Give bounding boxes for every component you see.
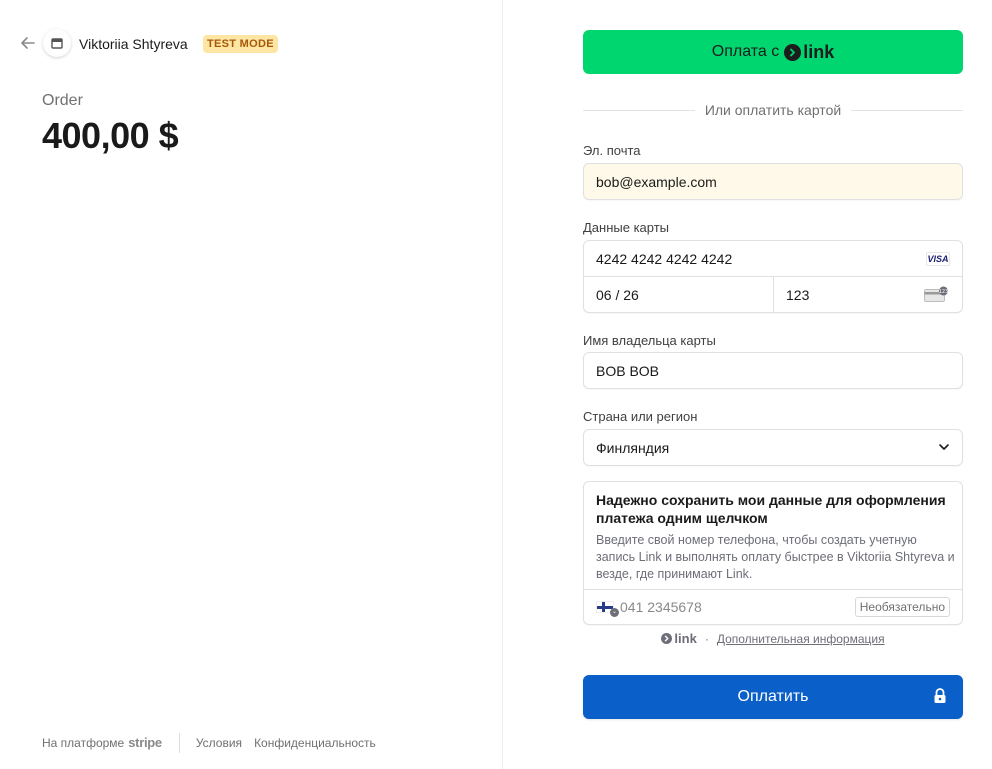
- link-small-chevron-icon: [661, 633, 673, 644]
- test-mode-badge: TEST MODE: [203, 35, 278, 53]
- phone-field[interactable]: ⌄ 041 2345678 Необязательно: [584, 589, 962, 624]
- svg-text:123: 123: [939, 289, 949, 295]
- powered-by-text: На платформе: [42, 736, 125, 750]
- email-label: Эл. почта: [583, 143, 641, 158]
- footer-divider: [178, 733, 180, 753]
- link-small-logo: link: [661, 631, 697, 646]
- email-field[interactable]: bob@example.com: [583, 163, 963, 200]
- country-value: Финляндия: [596, 439, 670, 456]
- order-summary-panel: Viktoriia Shtyreva TEST MODE Order 400,0…: [0, 0, 502, 769]
- card-details-label: Данные карты: [583, 220, 670, 235]
- country-label: Страна или регион: [583, 409, 698, 424]
- footer: На платформе stripe Условия Конфиденциал…: [42, 733, 388, 753]
- link-info-separator: ·: [704, 631, 709, 646]
- card-expiry-value: 06 / 26: [596, 287, 639, 303]
- cardholder-value: BOB BOB: [596, 362, 660, 379]
- pay-with-link-button[interactable]: Оплата с link: [583, 30, 963, 74]
- link-brand-text: link: [803, 41, 835, 62]
- pay-button-label: Оплатить: [737, 688, 809, 705]
- merchant-name: Viktoriia Shtyreva: [79, 36, 188, 52]
- card-details-group: 4242 4242 4242 4242 VISA 06 / 26 123 123: [583, 240, 963, 313]
- or-line-left: [583, 109, 695, 111]
- privacy-link[interactable]: Конфиденциальность: [254, 734, 376, 752]
- save-info-description: Введите свой номер телефона, чтобы созда…: [596, 533, 955, 581]
- or-line-right: [851, 109, 963, 111]
- store-icon: [43, 29, 71, 57]
- more-info-link[interactable]: Дополнительная информация: [717, 632, 885, 646]
- phone-placeholder: 041 2345678: [620, 599, 702, 615]
- card-number-field[interactable]: 4242 4242 4242 4242 VISA: [584, 241, 962, 277]
- visa-icon: VISA: [926, 252, 950, 266]
- link-chevron-icon: [784, 43, 802, 61]
- lock-icon: [933, 688, 947, 709]
- country-select[interactable]: Финляндия: [583, 429, 963, 466]
- chevron-down-icon: [938, 440, 950, 456]
- pay-button[interactable]: Оплатить: [583, 675, 963, 719]
- link-info-row: link · Дополнительная информация: [583, 631, 963, 646]
- card-number-value: 4242 4242 4242 4242: [596, 250, 733, 267]
- cardholder-name-field[interactable]: BOB BOB: [583, 352, 963, 389]
- card-cvc-value: 123: [786, 287, 810, 303]
- order-label: Order: [42, 92, 83, 109]
- link-small-text: link: [674, 631, 697, 646]
- card-cvc-field[interactable]: 123 123: [774, 277, 962, 313]
- email-value: bob@example.com: [596, 173, 717, 190]
- stripe-logo: stripe: [128, 735, 162, 750]
- flag-dropdown-icon: ⌄: [610, 608, 619, 617]
- powered-by[interactable]: На платформе stripe: [42, 734, 162, 752]
- or-divider-text: Или оплатить картой: [704, 102, 842, 118]
- card-expiry-field[interactable]: 06 / 26: [584, 277, 774, 313]
- save-info-title: Надежно сохранить мои данные для оформле…: [596, 492, 946, 526]
- order-amount: 400,00 $: [42, 115, 179, 156]
- or-divider: Или оплатить картой: [583, 100, 963, 120]
- payment-panel: Оплата с link Или оплатить картой Эл. по…: [503, 0, 992, 769]
- terms-link[interactable]: Условия: [196, 734, 242, 752]
- link-save-info-box: Надежно сохранить мои данные для оформле…: [583, 481, 963, 625]
- cardholder-label: Имя владельца карты: [583, 333, 716, 348]
- cvc-card-icon: 123: [924, 286, 950, 305]
- back-arrow-icon[interactable]: [20, 35, 38, 53]
- link-logo: link: [784, 42, 834, 63]
- pay-with-link-label: Оплата с: [711, 43, 780, 60]
- optional-badge: Необязательно: [854, 597, 950, 617]
- finland-flag-icon[interactable]: ⌄: [596, 601, 619, 617]
